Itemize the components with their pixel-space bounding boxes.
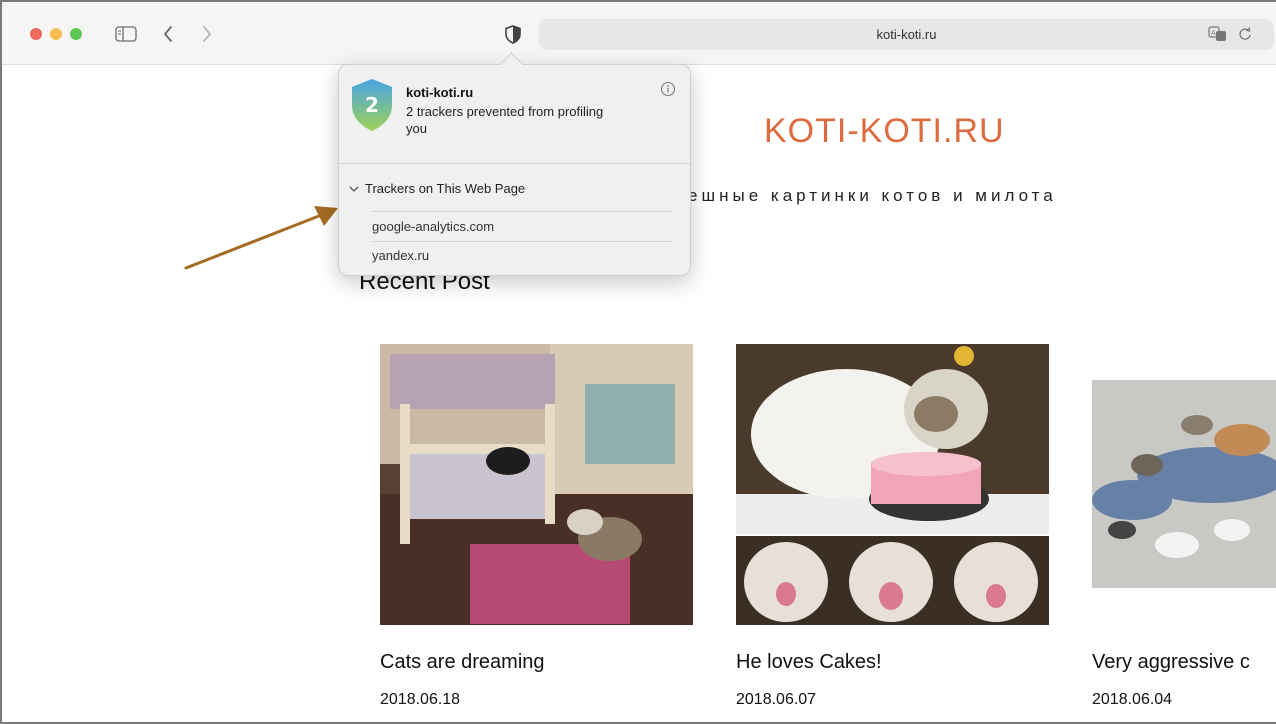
address-bar-url[interactable]: koti-koti.ru <box>539 27 1274 42</box>
tracker-separator <box>372 241 672 242</box>
trackers-section-toggle[interactable]: Trackers on This Web Page <box>349 181 525 196</box>
post-title[interactable]: Cats are dreaming <box>380 651 545 674</box>
post-thumbnail-image[interactable] <box>380 344 693 625</box>
popover-divider <box>339 163 690 164</box>
tracker-shield-icon: 2 <box>351 78 393 137</box>
post-date: 2018.06.18 <box>380 691 461 708</box>
trackers-section-label: Trackers on This Web Page <box>365 181 526 196</box>
forward-icon[interactable] <box>197 21 217 47</box>
tracker-item: yandex.ru <box>372 248 430 263</box>
post-title[interactable]: Very aggressive c <box>1092 651 1250 674</box>
popover-site-name: koti-koti.ru <box>406 85 474 100</box>
post-date: 2018.06.07 <box>736 691 817 708</box>
tracker-item: google-analytics.com <box>372 219 495 234</box>
info-icon[interactable] <box>660 81 676 102</box>
minimize-window-button[interactable] <box>50 28 62 40</box>
post-thumbnail-image[interactable] <box>1092 380 1276 588</box>
privacy-shield-icon[interactable] <box>503 21 523 47</box>
post-date: 2018.06.04 <box>1092 691 1173 708</box>
svg-text:A: A <box>1211 29 1216 37</box>
popover-message: 2 trackers prevented from profiling you <box>406 104 604 136</box>
sidebar-icon[interactable] <box>114 21 138 47</box>
chevron-down-icon[interactable] <box>349 185 359 193</box>
address-bar[interactable]: koti-koti.ru A <box>539 19 1274 50</box>
reload-icon[interactable] <box>1238 26 1252 47</box>
privacy-report-popover: 2 koti-koti.ru 2 trackers prevented from… <box>338 52 691 276</box>
site-title[interactable]: KOTI-KOTI.RU <box>764 112 1005 151</box>
close-window-button[interactable] <box>30 28 42 40</box>
annotation-arrow <box>182 202 342 279</box>
browser-toolbar: koti-koti.ru A <box>2 2 1276 65</box>
translate-icon[interactable]: A <box>1208 26 1228 47</box>
zoom-window-button[interactable] <box>70 28 82 40</box>
post-title[interactable]: He loves Cakes! <box>736 651 882 674</box>
tracker-separator <box>372 211 672 212</box>
post-thumbnail-image[interactable] <box>736 344 1049 625</box>
site-tagline: ешные картинки котов и милота <box>688 186 1057 205</box>
tracker-count: 2 <box>365 93 379 117</box>
back-icon[interactable] <box>158 21 178 47</box>
browser-window: koti-koti.ru A KOTI-KOTI.RU ешные картин… <box>0 0 1276 724</box>
